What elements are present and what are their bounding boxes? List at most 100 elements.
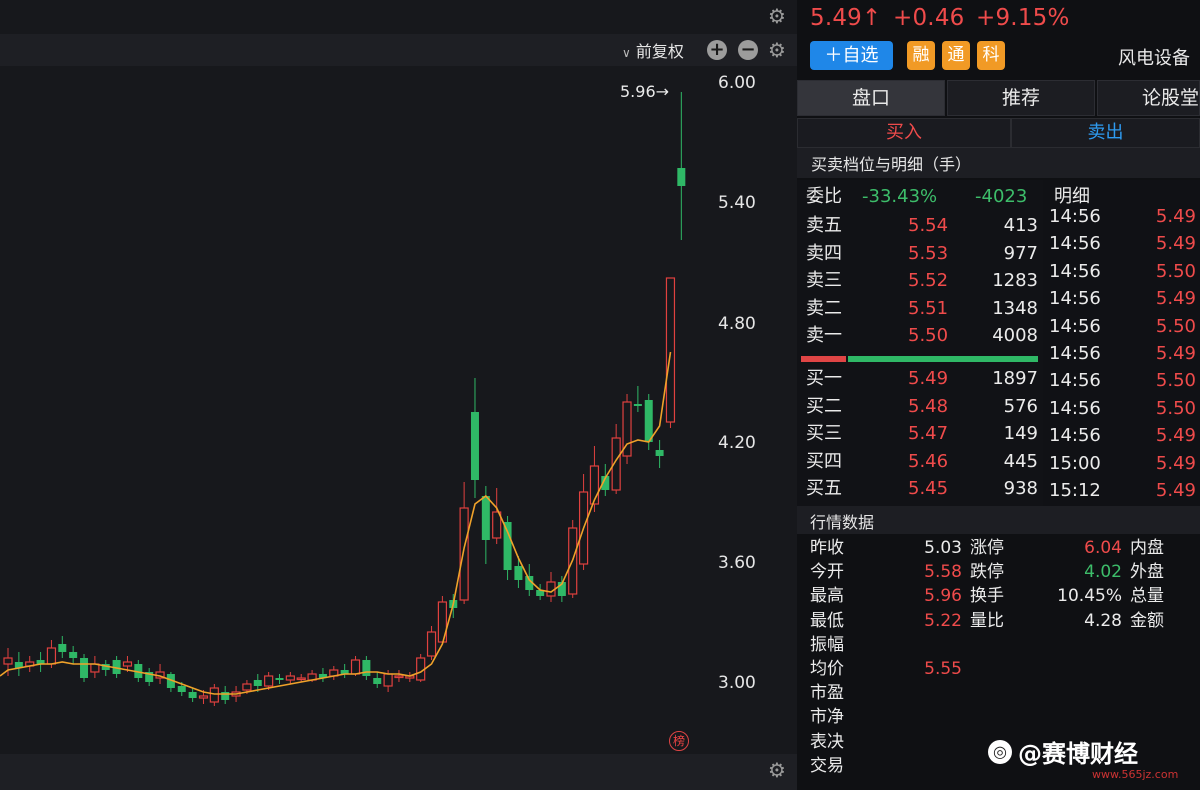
market-field-label: 最低: [810, 610, 844, 631]
market-field-label: 总量: [1130, 586, 1164, 607]
market-field-label: 最高: [810, 586, 844, 607]
candle-body[interactable]: [264, 675, 274, 687]
candle-body[interactable]: [470, 412, 479, 480]
candle-body[interactable]: [665, 277, 676, 423]
market-field-value: 5.96: [924, 586, 962, 607]
chart-settings-icon[interactable]: ⚙: [768, 40, 786, 60]
trade-detail-time: 15:12: [1049, 480, 1101, 501]
ratio-value: -4023: [975, 186, 1028, 207]
orderbook-title: 买卖档位与明细（手）: [811, 155, 972, 174]
bid-level-price: 5.46: [908, 450, 949, 472]
candle-body[interactable]: [373, 678, 382, 684]
trade-detail-time: 14:56: [1049, 233, 1101, 255]
candle-body[interactable]: [69, 652, 78, 658]
trade-detail-time: 14:56: [1049, 260, 1101, 282]
sell-button[interactable]: 卖出: [1011, 118, 1200, 148]
price-adjust-dropdown[interactable]: ∨ 前复权: [622, 38, 684, 62]
brand-logo-icon: ◎: [988, 739, 1012, 764]
bid-level-label: 买四: [806, 450, 842, 472]
buy-button[interactable]: 买入: [797, 118, 1011, 148]
candle-body[interactable]: [296, 677, 306, 681]
y-tick-label: 3.60: [718, 553, 756, 573]
candle-body[interactable]: [242, 683, 252, 691]
chevron-down-icon: ∨: [622, 46, 631, 60]
bid-level-price: 5.45: [908, 478, 949, 499]
candlestick-plot[interactable]: [0, 66, 700, 754]
candle-body[interactable]: [394, 675, 404, 679]
ask-level-label: 卖二: [806, 297, 842, 319]
bid-level-price: 5.49: [908, 368, 949, 389]
ask-level-price: 5.51: [908, 297, 949, 319]
bid-level-price: 5.47: [908, 423, 949, 444]
rank-badge[interactable]: 榜: [669, 731, 689, 751]
sub-chart-header: [0, 754, 797, 790]
ask-level-volume: 977: [1003, 242, 1038, 264]
price-change-pct: +9.15%: [976, 5, 1070, 31]
tab-forum[interactable]: 论股堂: [1097, 80, 1200, 116]
ratio-pct: -33.43%: [862, 186, 938, 207]
market-field-value: [1050, 705, 1122, 729]
gear-icon[interactable]: ⚙: [768, 6, 786, 26]
candle-body[interactable]: [655, 450, 664, 456]
candle-body[interactable]: [633, 404, 642, 406]
candle-body[interactable]: [677, 168, 686, 186]
trade-detail-price: 5.49: [1155, 233, 1196, 255]
market-field-label: 昨收: [810, 538, 844, 558]
market-field-label: 市净: [810, 707, 844, 728]
trade-detail-price: 5.50: [1155, 260, 1196, 282]
star-market-tag[interactable]: 科: [977, 41, 1005, 70]
candle-body[interactable]: [644, 400, 653, 442]
bid-level-volume: 149: [1003, 423, 1038, 444]
y-tick-label: 4.80: [718, 314, 756, 334]
candle-body[interactable]: [514, 566, 523, 580]
watermark-url: www.565jz.com: [1092, 768, 1179, 781]
candle-body[interactable]: [350, 659, 361, 675]
candle-body[interactable]: [503, 522, 512, 570]
market-field-value: [1050, 657, 1122, 681]
tab-recommend[interactable]: 推荐: [947, 80, 1095, 116]
trade-detail-price: 5.49: [1155, 206, 1196, 227]
ask-level-volume: 1283: [992, 270, 1038, 291]
moving-average-line: [0, 351, 672, 695]
trade-detail-time: 14:56: [1049, 370, 1101, 392]
candle-body[interactable]: [481, 496, 490, 540]
candle-body[interactable]: [362, 660, 371, 676]
candle-body[interactable]: [426, 631, 437, 657]
candle-body[interactable]: [122, 661, 133, 667]
candle-body[interactable]: [80, 658, 89, 678]
last-price: 5.49↑: [810, 5, 882, 31]
sector-label[interactable]: 风电设备: [1118, 44, 1190, 70]
candle-body[interactable]: [58, 644, 67, 652]
candle-body[interactable]: [198, 695, 209, 699]
bid-level-volume: 576: [1003, 395, 1038, 417]
candle-body[interactable]: [459, 507, 469, 601]
add-watchlist-button[interactable]: ＋自选: [810, 41, 893, 70]
candle-body[interactable]: [253, 680, 262, 686]
trade-detail-price: 5.50: [1155, 315, 1196, 337]
candle-body[interactable]: [209, 687, 219, 703]
connect-tag[interactable]: 通: [942, 41, 970, 70]
zoom-in-button[interactable]: +: [707, 40, 727, 60]
candle-body[interactable]: [285, 675, 295, 681]
price-adjust-label: 前复权: [635, 42, 684, 61]
market-field-value: 6.04: [1084, 538, 1122, 558]
market-field-value: 10.45%: [1057, 586, 1122, 607]
candle-body[interactable]: [275, 678, 284, 680]
candle-body[interactable]: [188, 692, 197, 698]
candle-body[interactable]: [46, 647, 57, 665]
trade-detail-time: 15:00: [1049, 452, 1101, 474]
candle-body[interactable]: [383, 673, 393, 687]
price-change: +0.46: [893, 5, 965, 31]
bid-level-volume: 938: [1003, 478, 1038, 499]
trade-detail-time: 14:56: [1049, 315, 1101, 337]
margin-tag[interactable]: 融: [907, 41, 935, 70]
ask-level-price: 5.52: [908, 270, 949, 291]
sub-chart-settings-icon[interactable]: ⚙: [768, 760, 786, 780]
candle-body[interactable]: [3, 657, 13, 665]
tab-orderbook[interactable]: 盘口: [797, 80, 945, 116]
quote-header: 5.49↑ +0.46 +9.15%: [810, 5, 1070, 31]
candle-body[interactable]: [177, 686, 186, 692]
ask-level-volume: 4008: [992, 325, 1038, 346]
zoom-out-button[interactable]: −: [738, 40, 758, 60]
bid-level-volume: 1897: [992, 368, 1038, 389]
